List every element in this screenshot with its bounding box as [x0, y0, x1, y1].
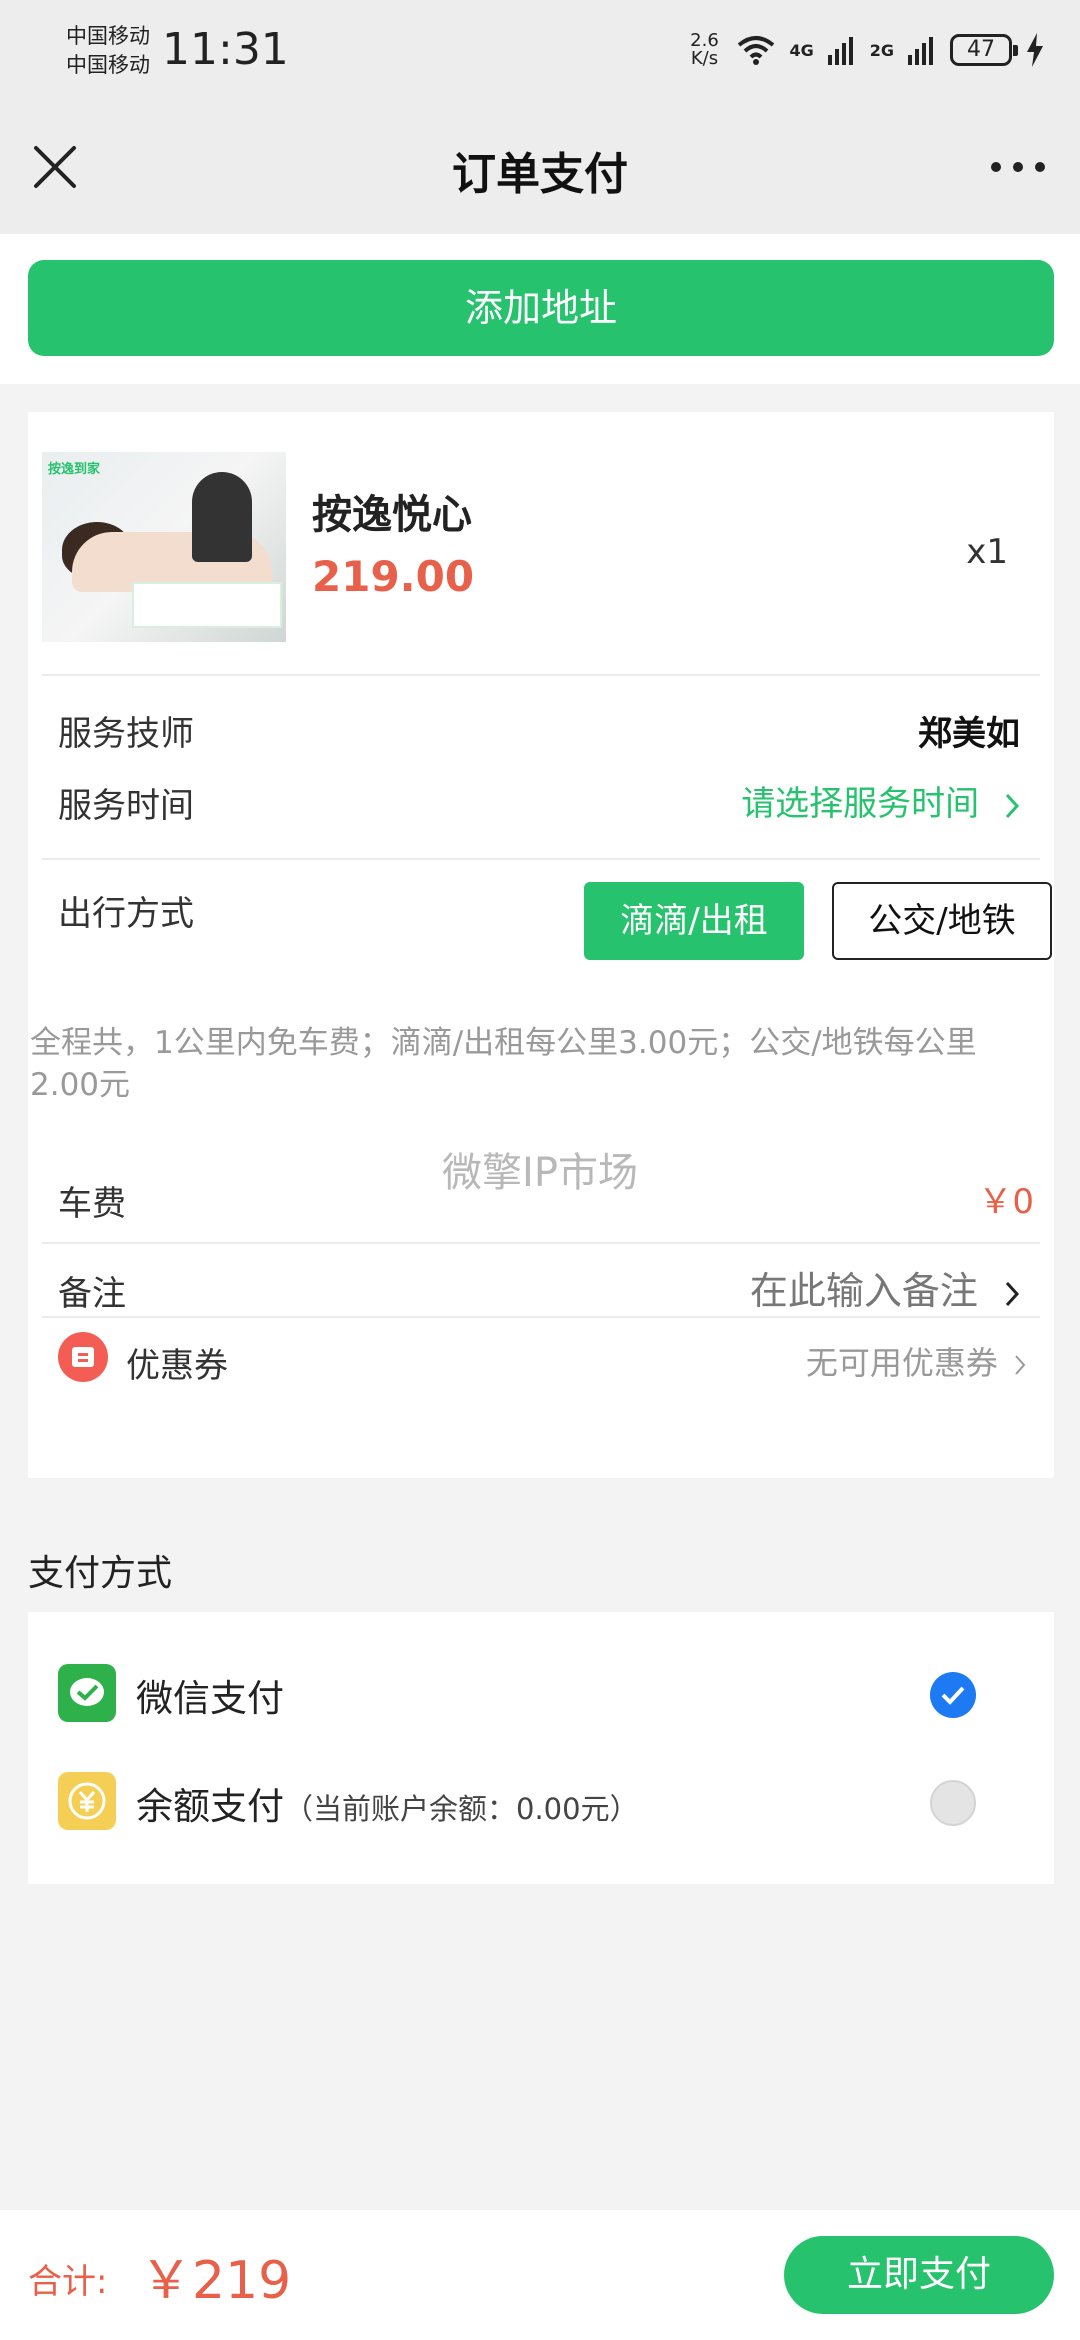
product-price: 219.00 — [312, 552, 475, 601]
payment-methods: 微信支付 余额支付（当前账户余额：0.00元） — [28, 1612, 1054, 1884]
balance-pay-radio[interactable] — [930, 1780, 976, 1826]
wifi-icon — [738, 36, 775, 65]
service-time-value[interactable]: 请选择服务时间 — [741, 776, 1020, 825]
product-image: 按逸到家 — [42, 452, 286, 642]
service-time-label: 服务时间 — [58, 786, 194, 826]
product-quantity: x1 — [966, 532, 1008, 572]
coupon-icon — [58, 1332, 108, 1382]
transport-option-bus[interactable]: 公交/地铁 — [832, 882, 1052, 960]
network-speed: 2.6 K/s — [685, 32, 723, 68]
balance-pay-title: 余额支付 — [136, 1785, 284, 1828]
image-therapist — [192, 472, 252, 562]
status-bar: 中国移动 中国移动 11:31 2.6 K/s 4G 2G 47 — [0, 0, 1080, 100]
wechat-pay-radio[interactable] — [930, 1672, 976, 1718]
more-icon[interactable] — [986, 142, 1050, 192]
signal-4g-icon — [827, 37, 853, 65]
technician-row: 服务技师 郑美如 — [42, 674, 1040, 754]
battery-icon: 47 — [950, 34, 1018, 66]
carrier-1: 中国移动 — [66, 24, 150, 48]
footer-bar: 合计: ￥219 立即支付 — [0, 2210, 1080, 2340]
signal-2g-icon — [908, 37, 933, 65]
chevron-right-icon — [1005, 793, 1020, 818]
order-card: 按逸到家 按逸悦心 219.00 x1 服务技师 郑美如 服务时间 请选择服务时… — [28, 412, 1054, 1478]
pay-now-button[interactable]: 立即支付 — [784, 2236, 1054, 2314]
coupon-row[interactable]: 优惠券 无可用优惠券 — [42, 1316, 1040, 1390]
total-label: 合计: — [28, 2262, 108, 2302]
add-address-button[interactable]: 添加地址 — [28, 260, 1054, 356]
status-time: 11:31 — [162, 24, 289, 75]
address-section: 添加地址 — [0, 234, 1080, 384]
product-item: 按逸到家 按逸悦心 219.00 x1 — [42, 452, 1040, 642]
carrier-2: 中国移动 — [66, 53, 150, 77]
transport-row: 出行方式 滴滴/出租 公交/地铁 — [42, 858, 1052, 1038]
service-time-row[interactable]: 服务时间 请选择服务时间 — [42, 748, 1040, 858]
balance-pay-icon — [58, 1772, 116, 1830]
coupon-label: 优惠券 — [126, 1346, 228, 1386]
remark-placeholder: 在此输入备注 — [749, 1269, 978, 1313]
network-4g-label: 4G — [789, 40, 814, 60]
system-icons: 2.6 K/s 4G 2G 47 — [685, 28, 1044, 72]
chevron-right-icon — [1005, 1281, 1020, 1306]
watermark: 微擎IP市场 — [442, 1150, 638, 1196]
speed-unit: K/s — [690, 48, 719, 69]
image-towel — [132, 582, 282, 628]
balance-pay-label[interactable]: 余额支付（当前账户余额：0.00元） — [136, 1776, 639, 1830]
product-image-tag: 按逸到家 — [48, 462, 101, 477]
nav-bar: 订单支付 — [0, 100, 1080, 234]
payment-method-title: 支付方式 — [28, 1553, 173, 1594]
product-name: 按逸悦心 — [312, 492, 472, 538]
carrier-info: 中国移动 中国移动 — [66, 22, 150, 80]
remark-row[interactable]: 备注 在此输入备注 — [42, 1242, 1040, 1316]
remark-input[interactable]: 在此输入备注 — [750, 1260, 1020, 1315]
page-title: 订单支付 — [452, 149, 628, 200]
transport-option-taxi[interactable]: 滴滴/出租 — [584, 882, 804, 960]
charging-icon — [1027, 33, 1043, 67]
network-2g-label: 2G — [869, 40, 894, 60]
transport-options: 滴滴/出租 公交/地铁 — [42, 882, 1052, 962]
remark-label: 备注 — [58, 1274, 126, 1314]
transport-fare-note: 全程共，1公里内免车费；滴滴/出租每公里3.00元；公交/地铁每公里2.00元 — [30, 1025, 977, 1103]
total-value: ￥219 — [140, 2251, 292, 2311]
balance-pay-sub: （当前账户余额：0.00元） — [284, 1792, 639, 1826]
coupon-value[interactable]: 无可用优惠券 — [806, 1338, 1026, 1384]
service-time-text: 请选择服务时间 — [741, 784, 980, 824]
wechat-pay-icon — [58, 1664, 116, 1722]
coupon-value-text: 无可用优惠券 — [805, 1344, 998, 1382]
chevron-right-icon — [1015, 1355, 1026, 1375]
wechat-pay-label[interactable]: 微信支付 — [136, 1668, 284, 1722]
